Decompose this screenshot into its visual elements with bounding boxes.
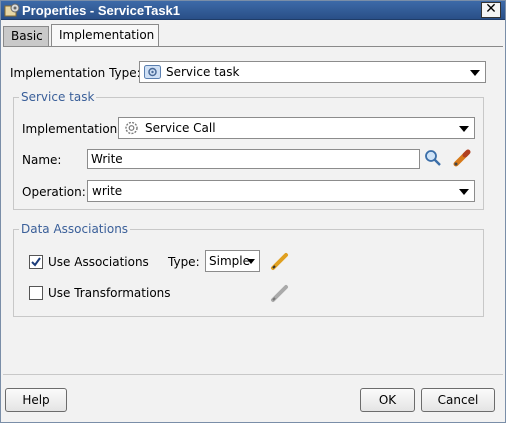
- ok-button[interactable]: OK: [360, 388, 415, 412]
- implementation-label: Implementation:: [22, 122, 122, 136]
- gear-icon: [125, 121, 138, 135]
- tab-basic[interactable]: Basic: [3, 26, 49, 46]
- gear-icon: [144, 65, 161, 79]
- footer-divider: [3, 374, 503, 375]
- chevron-down-icon: [459, 126, 469, 132]
- cancel-button[interactable]: Cancel: [421, 388, 495, 412]
- dialog-title: Properties - ServiceTask1: [22, 3, 181, 18]
- implementation-select[interactable]: Service Call: [118, 117, 475, 139]
- title-bar[interactable]: Properties - ServiceTask1 ✕: [1, 1, 505, 20]
- checkmark-icon: [31, 257, 41, 267]
- data-associations-group: [13, 229, 484, 317]
- close-icon: ✕: [485, 1, 497, 17]
- service-task-group-title: Service task: [19, 90, 97, 104]
- implementation-type-select[interactable]: Service task: [139, 61, 486, 83]
- operation-label: Operation:: [22, 185, 86, 199]
- type-select[interactable]: Simple: [205, 250, 260, 272]
- implementation-type-value: Service task: [166, 65, 240, 79]
- tab-implementation[interactable]: Implementation: [51, 24, 159, 46]
- edit-icon[interactable]: [452, 148, 472, 168]
- use-associations-checkbox[interactable]: [29, 255, 43, 269]
- properties-dialog: Properties - ServiceTask1 ✕ Basic Implem…: [0, 0, 506, 423]
- data-associations-group-title: Data Associations: [19, 222, 131, 236]
- chevron-down-icon: [470, 70, 480, 76]
- name-field[interactable]: Write: [87, 149, 420, 169]
- pencil-icon: [271, 285, 288, 302]
- type-label: Type:: [168, 255, 200, 269]
- use-associations-label: Use Associations: [48, 255, 149, 269]
- name-label: Name:: [22, 153, 62, 167]
- close-button[interactable]: ✕: [481, 2, 501, 18]
- use-transformations-checkbox[interactable]: [29, 286, 43, 300]
- pencil-icon[interactable]: [270, 251, 290, 271]
- help-button[interactable]: Help: [5, 388, 67, 412]
- properties-icon: [4, 3, 20, 17]
- tab-divider: [3, 46, 503, 47]
- implementation-type-label: Implementation Type:: [10, 66, 141, 80]
- search-icon[interactable]: [424, 149, 442, 167]
- operation-select[interactable]: write: [87, 180, 475, 202]
- chevron-down-icon: [459, 189, 469, 195]
- implementation-value: Service Call: [145, 121, 216, 135]
- operation-value: write: [92, 184, 123, 198]
- use-transformations-label: Use Transformations: [48, 286, 171, 300]
- chevron-down-icon: [247, 259, 255, 264]
- type-value: Simple: [209, 254, 250, 268]
